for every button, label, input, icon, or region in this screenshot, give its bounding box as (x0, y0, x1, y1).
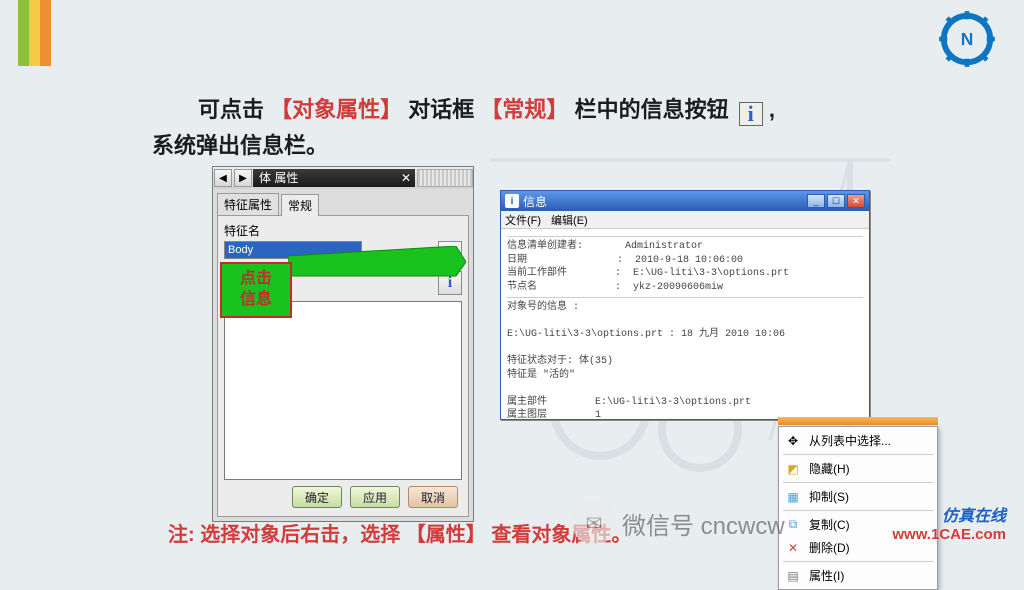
brand-watermark: 仿真在线 www.1CAE.com (892, 502, 1006, 543)
bottom-note: 注: 选择对象后右击，选择 【属性】 查看对象属性。 (168, 518, 631, 547)
titlebar-grip (417, 169, 473, 187)
ctx-properties[interactable]: ▤ 属性(I) (779, 564, 937, 587)
prev-arrow-button[interactable]: ◀ (214, 169, 232, 187)
info-window-title: 信息 (523, 193, 547, 210)
copy-icon: ⧉ (785, 517, 801, 533)
next-arrow-button[interactable]: ▶ (234, 169, 252, 187)
tab-general[interactable]: 常规 (281, 194, 319, 216)
suppress-icon: ▦ (785, 489, 801, 505)
corner-color-bars (18, 0, 51, 66)
apply-button[interactable]: 应用 (350, 486, 400, 508)
delete-icon: ✕ (785, 540, 801, 556)
menu-file[interactable]: 文件(F) (505, 212, 541, 228)
list-icon: ✥ (785, 433, 801, 449)
tab-feature-props[interactable]: 特征属性 (217, 193, 279, 215)
close-icon[interactable]: ✕ (397, 169, 415, 187)
headline-text: 可点击 【对象属性】 对话框 【常规】 栏中的信息按钮 i , (198, 92, 775, 126)
callout-box: 点击 信息 (220, 262, 292, 318)
subheadline-text: 系统弹出信息栏。 (152, 128, 328, 160)
gear-logo-icon: N (938, 10, 996, 68)
context-menu-header-bar (778, 417, 938, 425)
info-text-content: 信息清单创建者: Administrator 日期 : 2010-9-18 10… (501, 229, 869, 419)
maximize-icon[interactable]: ☐ (827, 194, 845, 208)
info-icon: i (739, 102, 763, 126)
info-window: i 信息 _ ☐ ✕ 文件(F) 编辑(E) 信息清单创建者: Administ… (500, 190, 870, 420)
window-title: 体 属性 (253, 169, 397, 187)
properties-titlebar[interactable]: ◀ ▶ 体 属性 ✕ (213, 167, 473, 189)
menu-edit[interactable]: 编辑(E) (551, 212, 588, 228)
properties-window: ◀ ▶ 体 属性 ✕ 特征属性 常规 特征名 ✕ i 确定 应用 取消 (212, 166, 474, 522)
ok-button[interactable]: 确定 (292, 486, 342, 508)
properties-icon: ▤ (785, 568, 801, 584)
callout-arrow-icon (288, 246, 466, 292)
wechat-icon: ✉ (572, 501, 616, 545)
feature-name-label: 特征名 (224, 222, 462, 239)
info-menubar: 文件(F) 编辑(E) (501, 211, 869, 229)
properties-list-area (224, 301, 462, 480)
close-window-icon[interactable]: ✕ (847, 194, 865, 208)
cancel-button[interactable]: 取消 (408, 486, 458, 508)
wechat-watermark: ✉ 微信号 cncwcw (572, 501, 785, 545)
hide-icon: ◩ (785, 461, 801, 477)
info-titlebar[interactable]: i 信息 _ ☐ ✕ (501, 191, 869, 211)
minimize-icon[interactable]: _ (807, 194, 825, 208)
svg-text:N: N (961, 29, 974, 49)
tab-strip: 特征属性 常规 (217, 193, 469, 216)
info-window-icon: i (505, 194, 519, 208)
ctx-select-from-list[interactable]: ✥ 从列表中选择... (779, 429, 937, 452)
ctx-hide[interactable]: ◩ 隐藏(H) (779, 457, 937, 480)
